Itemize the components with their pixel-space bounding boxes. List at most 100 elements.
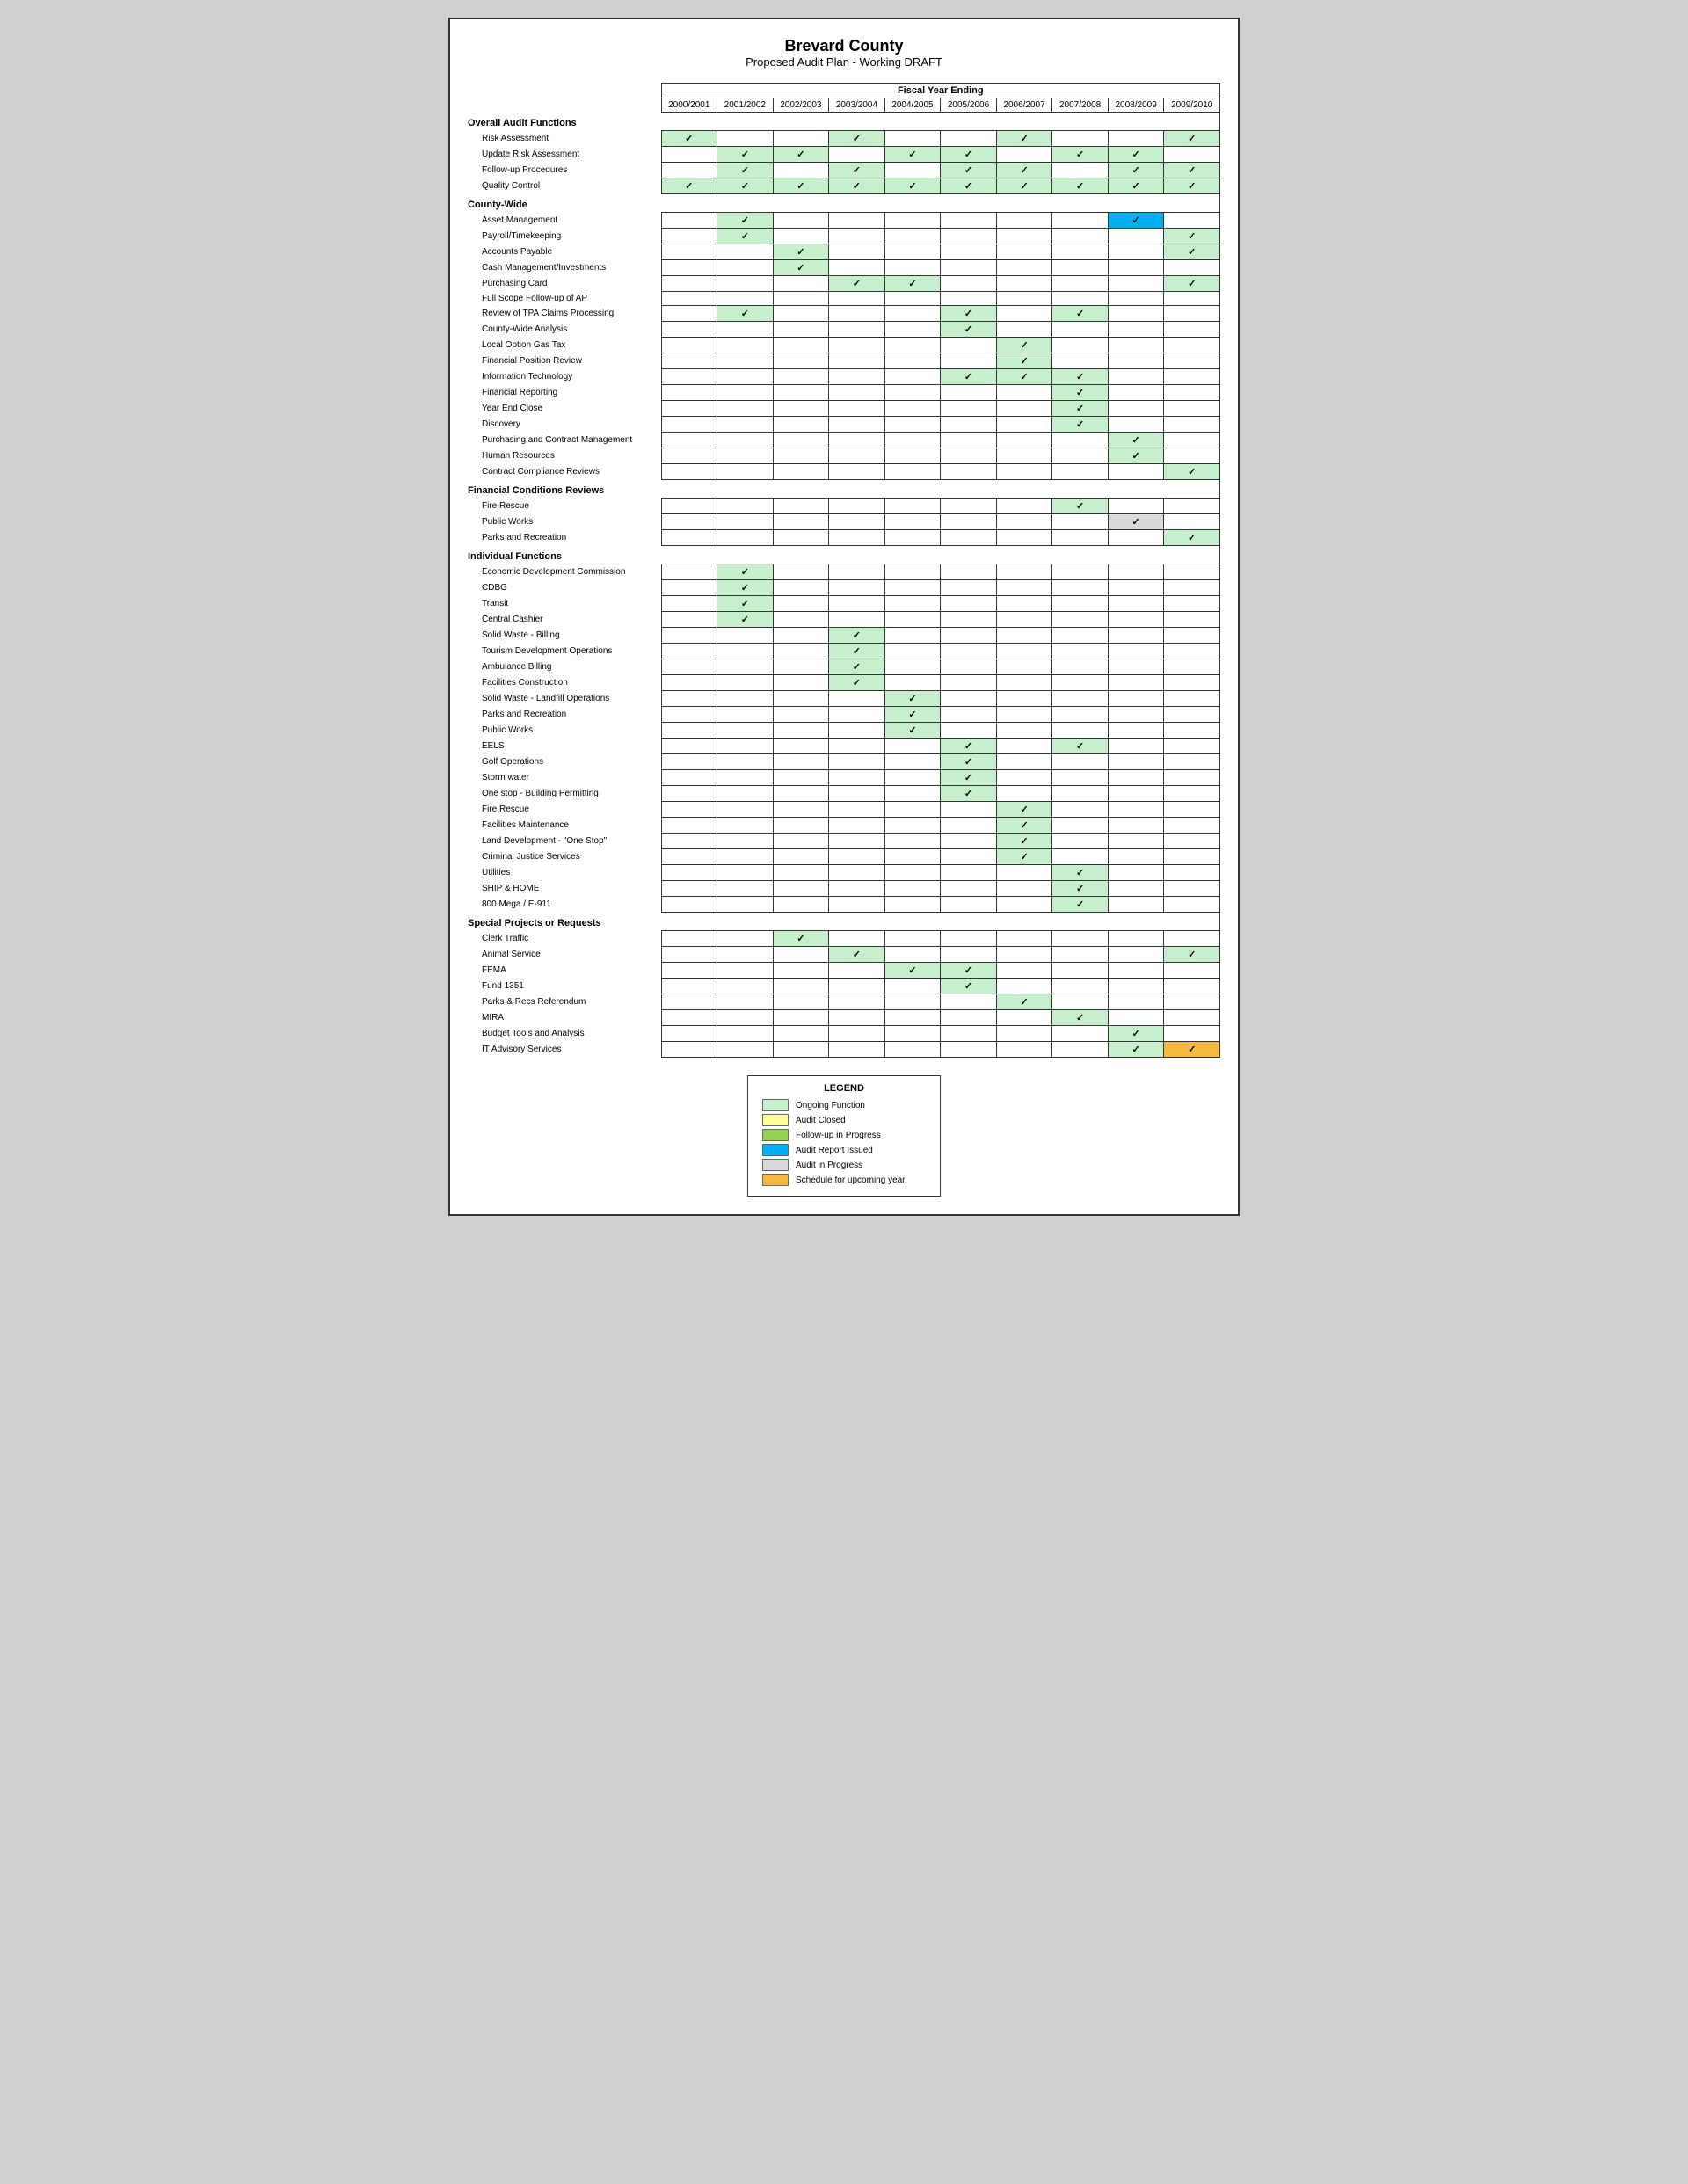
table-row: Public Works✓ xyxy=(468,514,1220,530)
cell xyxy=(829,818,885,834)
cell xyxy=(829,849,885,865)
row-label: Human Resources xyxy=(468,448,661,464)
table-row: Clerk Traffic✓ xyxy=(468,931,1220,947)
cell xyxy=(884,659,941,675)
cell xyxy=(1108,865,1164,881)
cell xyxy=(773,1010,829,1026)
cell xyxy=(661,448,717,464)
cell xyxy=(717,849,774,865)
cell xyxy=(717,417,774,433)
cell: ✓ xyxy=(829,947,885,963)
cell xyxy=(996,979,1052,994)
cell xyxy=(829,739,885,754)
table-container: Fiscal Year Ending 2000/20012001/2002200… xyxy=(468,83,1220,1058)
cell xyxy=(717,530,774,546)
cell xyxy=(996,786,1052,802)
cell xyxy=(717,754,774,770)
cell xyxy=(773,514,829,530)
cell xyxy=(884,417,941,433)
cell xyxy=(829,707,885,723)
cell xyxy=(1108,1010,1164,1026)
table-row: Golf Operations✓ xyxy=(468,754,1220,770)
cell xyxy=(717,707,774,723)
cell xyxy=(661,994,717,1010)
cell xyxy=(773,322,829,338)
cell xyxy=(1164,994,1220,1010)
cell xyxy=(1164,786,1220,802)
cell xyxy=(996,691,1052,707)
cell xyxy=(717,834,774,849)
cell: ✓ xyxy=(1108,178,1164,194)
cell xyxy=(884,947,941,963)
cell xyxy=(884,401,941,417)
cell xyxy=(941,433,997,448)
cell xyxy=(941,499,997,514)
cell xyxy=(941,691,997,707)
cell xyxy=(884,628,941,644)
table-row: Purchasing Card✓✓✓ xyxy=(468,276,1220,292)
cell xyxy=(884,464,941,480)
cell: ✓ xyxy=(941,770,997,786)
cell xyxy=(773,530,829,546)
cell xyxy=(1164,818,1220,834)
table-row: 800 Mega / E-911✓ xyxy=(468,897,1220,913)
cell: ✓ xyxy=(1108,433,1164,448)
cell xyxy=(1052,433,1109,448)
cell xyxy=(1164,580,1220,596)
cell: ✓ xyxy=(829,644,885,659)
cell xyxy=(1052,276,1109,292)
cell: ✓ xyxy=(941,739,997,754)
cell: ✓ xyxy=(941,369,997,385)
cell xyxy=(829,979,885,994)
year-header: 2004/2005 xyxy=(884,98,941,113)
cell xyxy=(1052,596,1109,612)
cell xyxy=(661,433,717,448)
cell xyxy=(1164,612,1220,628)
cell xyxy=(884,322,941,338)
table-row: Quality Control✓✓✓✓✓✓✓✓✓✓ xyxy=(468,178,1220,194)
cell xyxy=(829,292,885,306)
cell xyxy=(884,530,941,546)
legend-label: Schedule for upcoming year xyxy=(796,1176,906,1185)
cell: ✓ xyxy=(941,963,997,979)
table-row: Year End Close✓ xyxy=(468,401,1220,417)
cell xyxy=(1052,260,1109,276)
cell xyxy=(773,213,829,229)
table-row: Purchasing and Contract Management✓ xyxy=(468,433,1220,448)
cell: ✓ xyxy=(941,979,997,994)
row-label: County-Wide Analysis xyxy=(468,322,661,338)
cell xyxy=(884,244,941,260)
cell xyxy=(1108,628,1164,644)
cell xyxy=(1108,818,1164,834)
table-row: MIRA✓ xyxy=(468,1010,1220,1026)
cell xyxy=(773,292,829,306)
cell xyxy=(1108,580,1164,596)
cell xyxy=(1052,1042,1109,1058)
cell xyxy=(1052,628,1109,644)
cell xyxy=(717,499,774,514)
cell xyxy=(1108,564,1164,580)
cell xyxy=(717,1042,774,1058)
cell xyxy=(773,131,829,147)
row-label: Local Option Gas Tax xyxy=(468,338,661,353)
table-row: Transit✓ xyxy=(468,596,1220,612)
cell: ✓ xyxy=(829,276,885,292)
table-row: Contract Compliance Reviews✓ xyxy=(468,464,1220,480)
cell xyxy=(773,644,829,659)
cell xyxy=(996,306,1052,322)
cell xyxy=(829,464,885,480)
cell xyxy=(941,580,997,596)
row-label: Facilities Maintenance xyxy=(468,818,661,834)
cell xyxy=(717,1026,774,1042)
cell: ✓ xyxy=(717,163,774,178)
row-label: Contract Compliance Reviews xyxy=(468,464,661,480)
cell xyxy=(884,881,941,897)
cell xyxy=(996,385,1052,401)
cell xyxy=(829,306,885,322)
cell: ✓ xyxy=(1164,163,1220,178)
cell xyxy=(996,754,1052,770)
cell xyxy=(1164,417,1220,433)
cell xyxy=(1108,802,1164,818)
row-label: Follow-up Procedures xyxy=(468,163,661,178)
table-row: Fire Rescue✓ xyxy=(468,499,1220,514)
